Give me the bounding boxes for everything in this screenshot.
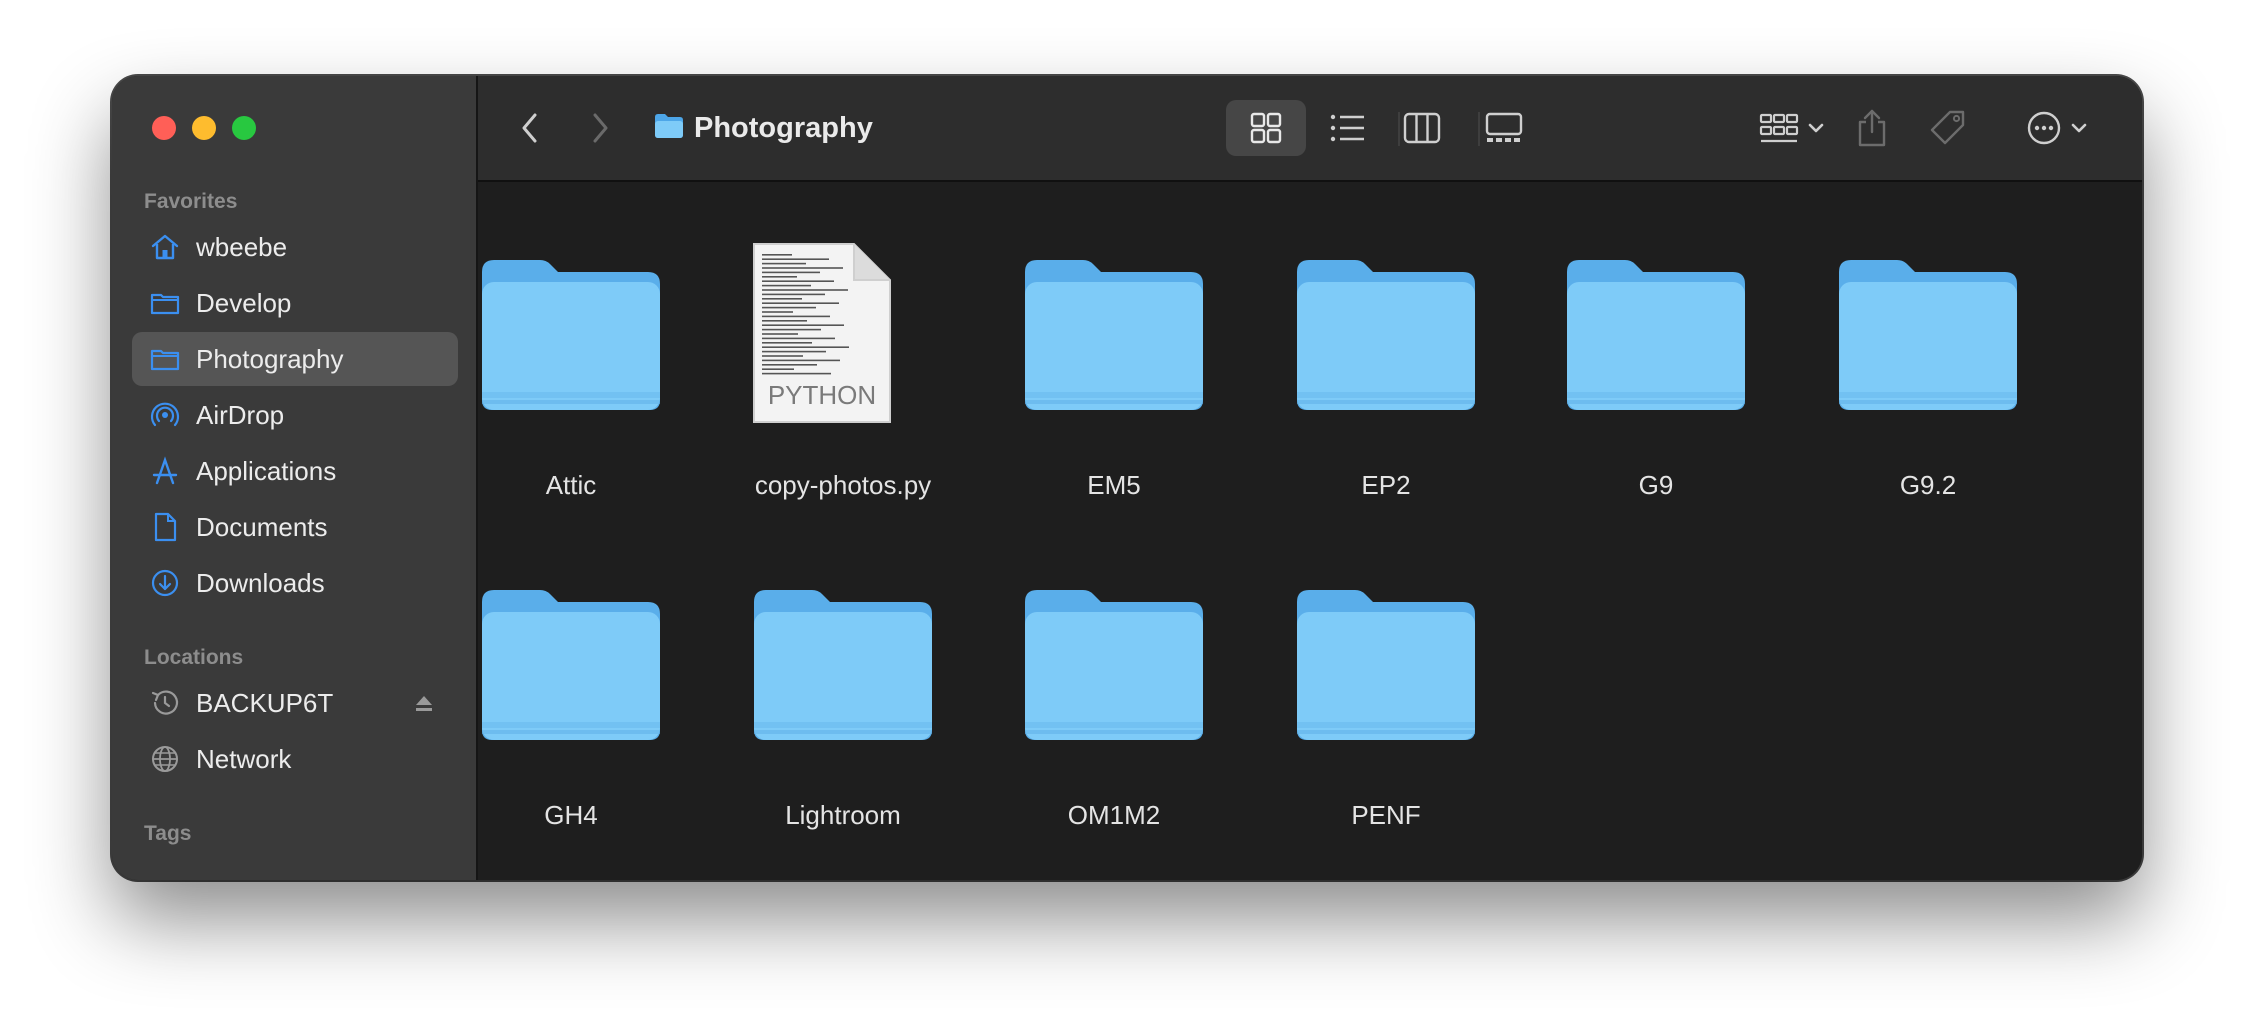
- globe-icon: [148, 742, 182, 776]
- main-content: Photography Attic PYTHON copy-photos.py …: [478, 76, 2142, 880]
- forward-button[interactable]: [578, 106, 622, 150]
- sidebar-item-photography[interactable]: Photography: [132, 332, 458, 386]
- file-item-label: EP2: [1361, 470, 1411, 500]
- folder-icon: [1025, 260, 1203, 410]
- file-item-label: G9: [1638, 470, 1674, 500]
- sidebar-item-applications[interactable]: Applications: [132, 444, 458, 498]
- file-item-label: G9.2: [1899, 470, 1957, 500]
- icon-view-button[interactable]: [1226, 100, 1306, 156]
- sidebar-item-label: Applications: [196, 455, 337, 486]
- chevron-down-icon: [2070, 122, 2088, 134]
- share-button[interactable]: [1842, 100, 1902, 156]
- folder-icon: [1567, 260, 1745, 410]
- home-icon: [148, 230, 182, 264]
- file-item[interactable]: EM5: [1021, 254, 1271, 514]
- locations-section-label: Locations: [144, 646, 244, 669]
- document-icon: [148, 510, 182, 544]
- column-view-button[interactable]: [1382, 100, 1462, 156]
- folder-icon: [754, 590, 932, 740]
- sidebar-item-network[interactable]: Network: [132, 732, 458, 786]
- file-item[interactable]: GH4: [478, 584, 728, 844]
- chevron-left-icon: [519, 111, 541, 145]
- gallery-view-icon: [1485, 112, 1523, 144]
- download-icon: [148, 566, 182, 600]
- folder-icon: [1297, 260, 1475, 410]
- time-machine-icon: [148, 686, 182, 720]
- sidebar-item-airdrop[interactable]: AirDrop: [132, 388, 458, 442]
- sidebar-item-backup6t[interactable]: BACKUP6T: [132, 676, 458, 730]
- list-view-icon: [1330, 113, 1366, 143]
- toolbar: Photography: [478, 76, 2142, 182]
- tag-button[interactable]: [1918, 100, 1978, 156]
- file-item[interactable]: G9: [1563, 254, 1813, 514]
- close-button[interactable]: [152, 116, 176, 140]
- file-item[interactable]: Attic: [478, 254, 728, 514]
- share-icon: [1855, 108, 1889, 148]
- sidebar-item-label: Documents: [196, 511, 328, 542]
- group-icon: [1759, 111, 1799, 145]
- group-by-button[interactable]: [1742, 100, 1842, 156]
- chevron-right-icon: [589, 111, 611, 145]
- column-view-icon: [1403, 112, 1441, 144]
- file-item-label: copy-photos.py: [754, 470, 932, 500]
- sidebar-item-downloads[interactable]: Downloads: [132, 556, 458, 610]
- icon-view-icon: [1249, 111, 1283, 145]
- sidebar-item-develop[interactable]: Develop: [132, 276, 458, 330]
- sidebar-item-label: Develop: [196, 287, 292, 318]
- sidebar-item-wbeebe[interactable]: wbeebe: [132, 220, 458, 274]
- more-actions-button[interactable]: [2012, 100, 2102, 156]
- folder-icon: [148, 286, 182, 320]
- file-item-label: PENF: [1351, 800, 1421, 830]
- chevron-down-icon: [1807, 122, 1825, 134]
- zoom-button[interactable]: [232, 116, 256, 140]
- sidebar-item-label: wbeebe: [196, 231, 288, 262]
- python-file-icon: PYTHON: [753, 243, 891, 423]
- file-item[interactable]: OM1M2: [1021, 584, 1271, 844]
- file-item[interactable]: PYTHON copy-photos.py: [750, 243, 1000, 514]
- sidebar-item-label: BACKUP6T: [196, 687, 334, 718]
- file-item-label: GH4: [544, 800, 598, 830]
- favorites-section-label: Favorites: [144, 190, 238, 213]
- window-title-text: Photography: [694, 111, 873, 144]
- applications-icon: [148, 454, 182, 488]
- folder-icon: [1297, 590, 1475, 740]
- sidebar: Favorites wbeebe Develop Photography Air…: [112, 76, 478, 880]
- tag-icon: [1928, 108, 1968, 148]
- file-item-label: EM5: [1087, 470, 1141, 500]
- list-view-button[interactable]: [1308, 100, 1388, 156]
- file-item[interactable]: PENF: [1293, 584, 1543, 844]
- file-type-badge: PYTHON: [768, 380, 876, 410]
- eject-icon[interactable]: [412, 691, 436, 715]
- folder-icon: [482, 260, 660, 410]
- back-button[interactable]: [508, 106, 552, 150]
- file-item-label: Lightroom: [785, 800, 901, 830]
- sidebar-item-label: Photography: [196, 343, 344, 374]
- file-item-label: OM1M2: [1067, 800, 1161, 830]
- sidebar-item-label: AirDrop: [196, 399, 285, 430]
- folder-icon: [482, 590, 660, 740]
- gallery-view-button[interactable]: [1464, 100, 1544, 156]
- airdrop-icon: [148, 398, 182, 432]
- file-item-label: Attic: [545, 470, 597, 500]
- sidebar-item-label: Network: [196, 743, 292, 774]
- file-item[interactable]: Lightroom: [750, 584, 1000, 844]
- file-item[interactable]: EP2: [1293, 254, 1543, 514]
- minimize-button[interactable]: [192, 116, 216, 140]
- sidebar-item-label: Downloads: [196, 567, 325, 598]
- tags-section-label: Tags: [144, 822, 192, 845]
- file-item[interactable]: G9.2: [1835, 254, 2085, 514]
- folder-icon: [148, 342, 182, 376]
- sidebar-item-documents[interactable]: Documents: [132, 500, 458, 554]
- finder-window: Favorites wbeebe Develop Photography Air…: [112, 76, 2142, 880]
- folder-icon: [1025, 590, 1203, 740]
- folder-icon: [654, 113, 684, 144]
- folder-icon: [1839, 260, 2017, 410]
- window-title: Photography: [654, 106, 873, 150]
- ellipsis-circle-icon: [2026, 110, 2062, 146]
